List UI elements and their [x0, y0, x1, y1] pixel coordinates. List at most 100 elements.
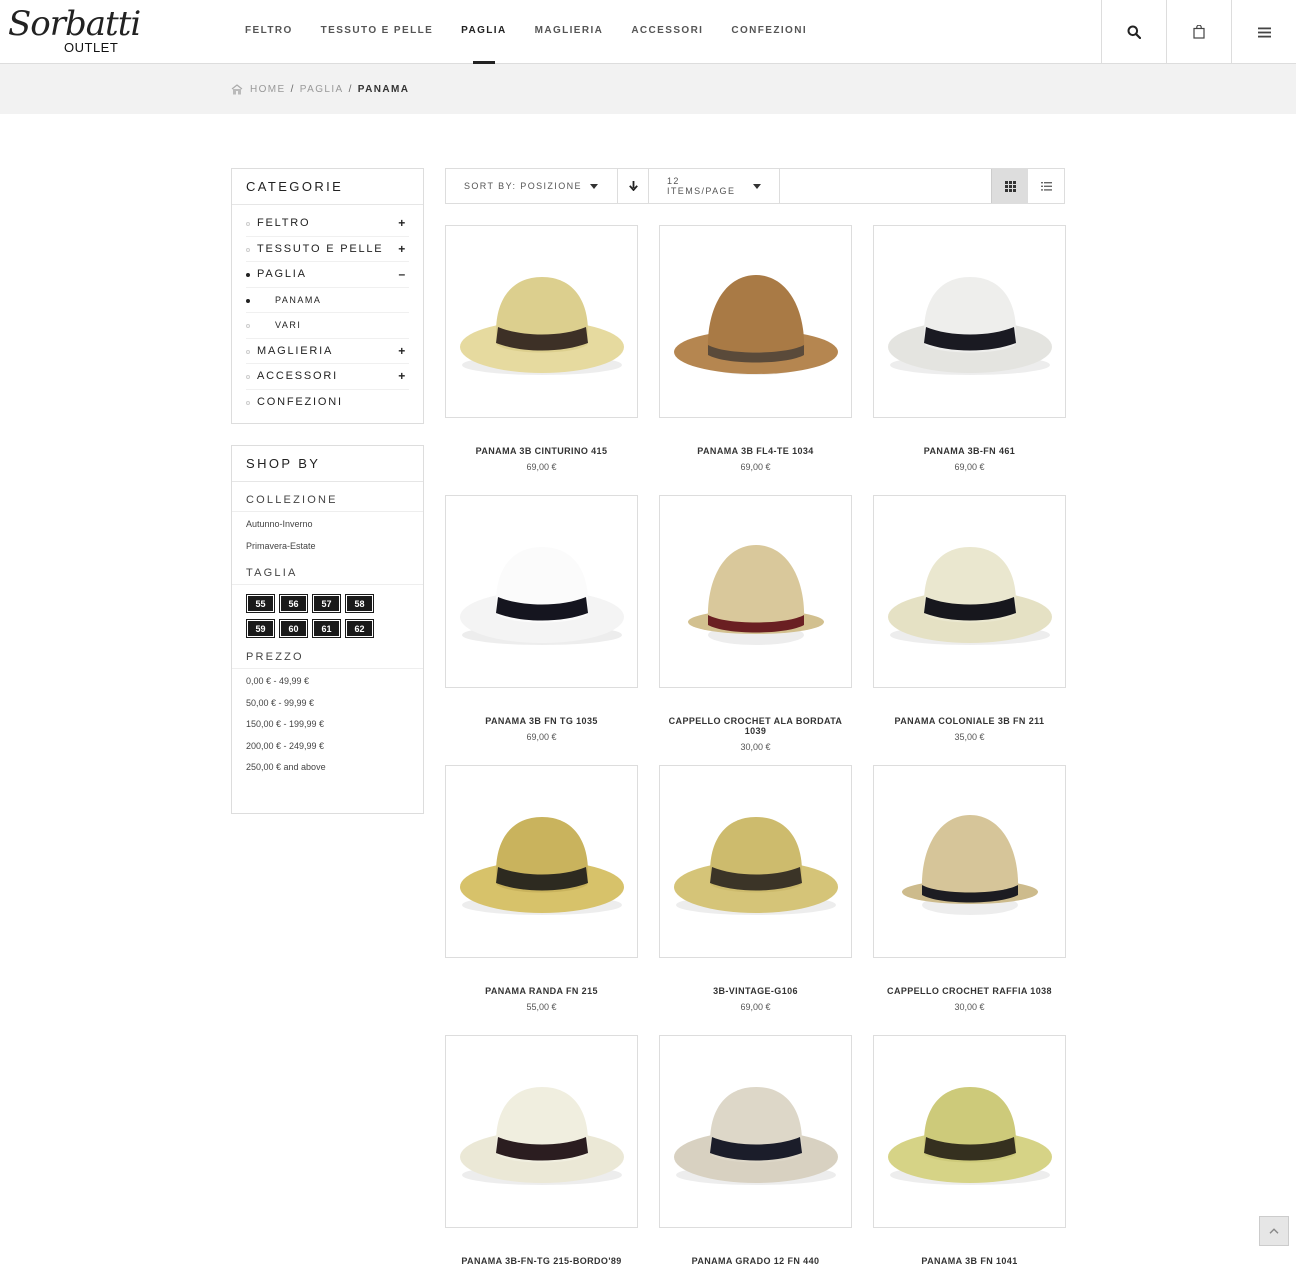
hat-icon — [887, 276, 1052, 375]
size-swatch[interactable]: 58 — [345, 594, 374, 613]
filter-collezione-option[interactable]: Autunno-Inverno — [232, 514, 423, 536]
nav-item-accessori[interactable]: ACCESSORI — [617, 0, 717, 64]
product-image[interactable] — [659, 765, 852, 958]
collapse-icon[interactable]: – — [399, 262, 407, 288]
category-item-panama[interactable]: PANAMA — [246, 288, 409, 313]
breadcrumb-paglia-link[interactable]: PAGLIA — [300, 84, 344, 95]
grid-view-button[interactable] — [991, 169, 1028, 203]
category-item-vari[interactable]: VARI — [246, 313, 409, 339]
size-swatch[interactable]: 59 — [246, 619, 275, 638]
product-image[interactable] — [873, 1035, 1066, 1228]
product-name[interactable]: PANAMA 3B FN TG 1035 — [445, 716, 638, 726]
product-image[interactable] — [445, 225, 638, 418]
product-image[interactable] — [445, 765, 638, 958]
brand-logo[interactable]: Sorbatti OUTLET — [8, 4, 141, 58]
filter-price-option[interactable]: 150,00 € - 199,99 € — [232, 714, 423, 736]
product-card[interactable]: CAPPELLO CROCHET RAFFIA 1038 30,00 € — [873, 765, 1066, 1012]
expand-icon[interactable]: + — [398, 211, 407, 237]
nav-item-tessuto-e-pelle[interactable]: TESSUTO E PELLE — [307, 0, 448, 64]
filter-price-option[interactable]: 50,00 € - 99,99 € — [232, 693, 423, 715]
product-name[interactable]: PANAMA 3B CINTURINO 415 — [445, 446, 638, 456]
product-card[interactable]: PANAMA 3B FL4-TE 1034 69,00 € — [659, 225, 852, 472]
product-image[interactable] — [873, 495, 1066, 688]
product-image[interactable] — [445, 1035, 638, 1228]
expand-icon[interactable]: + — [398, 339, 407, 365]
product-name[interactable]: PANAMA 3B FN 1041 — [873, 1256, 1066, 1266]
product-image[interactable] — [659, 225, 852, 418]
product-card[interactable]: PANAMA 3B-FN 461 69,00 € — [873, 225, 1066, 472]
product-name[interactable]: PANAMA RANDA FN 215 — [445, 986, 638, 996]
size-swatch[interactable]: 56 — [279, 594, 308, 613]
product-card[interactable]: PANAMA GRADO 12 FN 440 — [659, 1035, 852, 1272]
filter-collezione-option[interactable]: Primavera-Estate — [232, 536, 423, 558]
filter-price-option[interactable]: 250,00 € and above — [232, 757, 423, 779]
breadcrumb-home-link[interactable]: HOME — [250, 84, 286, 95]
collezione-options: Autunno-Inverno Primavera-Estate — [232, 512, 423, 557]
search-button[interactable] — [1101, 0, 1166, 64]
size-swatch[interactable]: 61 — [312, 619, 341, 638]
product-card[interactable]: 3B-VINTAGE-G106 69,00 € — [659, 765, 852, 1012]
nav-item-maglieria[interactable]: MAGLIERIA — [521, 0, 618, 64]
category-item-feltro[interactable]: FELTRO + — [246, 211, 409, 237]
category-item-accessori[interactable]: ACCESSORI + — [246, 364, 409, 390]
hat-icon — [687, 544, 824, 645]
hat-icon — [901, 814, 1038, 915]
sort-direction-button[interactable] — [618, 169, 649, 203]
filter-price-option[interactable]: 200,00 € - 249,99 € — [232, 736, 423, 758]
nav-item-paglia[interactable]: PAGLIA — [447, 0, 520, 64]
bullet-icon — [246, 298, 250, 303]
product-image[interactable] — [873, 765, 1066, 958]
product-card[interactable]: PANAMA RANDA FN 215 55,00 € — [445, 765, 638, 1012]
product-name[interactable]: PANAMA 3B-FN 461 — [873, 446, 1066, 456]
product-name[interactable]: PANAMA 3B-FN-TG 215-BORDO'89 — [445, 1256, 638, 1266]
category-label: FELTRO — [257, 217, 311, 229]
product-name[interactable]: PANAMA GRADO 12 FN 440 — [659, 1256, 852, 1266]
product-image[interactable] — [659, 495, 852, 688]
category-item-paglia[interactable]: PAGLIA – — [246, 262, 409, 288]
filter-price-option[interactable]: 0,00 € - 49,99 € — [232, 671, 423, 693]
shop-by-title: SHOP BY — [232, 446, 423, 482]
category-item-maglieria[interactable]: MAGLIERIA + — [246, 339, 409, 365]
hat-icon — [459, 816, 624, 915]
product-name[interactable]: 3B-VINTAGE-G106 — [659, 986, 852, 996]
back-to-top-button[interactable] — [1259, 1216, 1289, 1246]
cart-button[interactable] — [1166, 0, 1231, 64]
menu-button[interactable] — [1231, 0, 1296, 64]
product-card[interactable]: PANAMA 3B-FN-TG 215-BORDO'89 — [445, 1035, 638, 1272]
product-toolbar: SORT BY: POSIZIONE 12 ITEMS/PAGE — [445, 168, 1065, 204]
product-card[interactable]: PANAMA COLONIALE 3B FN 211 35,00 € — [873, 495, 1066, 742]
categories-panel: CATEGORIE FELTRO + TESSUTO E PELLE + PAGLI… — [231, 168, 424, 424]
site-header: Sorbatti OUTLET FELTRO TESSUTO E PELLE P… — [0, 0, 1296, 64]
items-per-page-select[interactable]: 12 ITEMS/PAGE — [649, 169, 780, 203]
list-view-button[interactable] — [1028, 169, 1065, 203]
product-name[interactable]: CAPPELLO CROCHET ALA BORDATA 1039 — [659, 716, 852, 736]
size-swatch[interactable]: 62 — [345, 619, 374, 638]
main-nav: FELTRO TESSUTO E PELLE PAGLIA MAGLIERIA … — [231, 0, 821, 64]
product-name[interactable]: PANAMA COLONIALE 3B FN 211 — [873, 716, 1066, 726]
nav-item-confezioni[interactable]: CONFEZIONI — [717, 0, 821, 64]
expand-icon[interactable]: + — [398, 364, 407, 390]
product-card[interactable]: PANAMA 3B FN TG 1035 69,00 € — [445, 495, 638, 742]
category-item-tessuto-e-pelle[interactable]: TESSUTO E PELLE + — [246, 237, 409, 263]
product-image[interactable] — [873, 225, 1066, 418]
product-name[interactable]: PANAMA 3B FL4-TE 1034 — [659, 446, 852, 456]
size-swatch[interactable]: 55 — [246, 594, 275, 613]
product-image[interactable] — [659, 1035, 852, 1228]
product-card[interactable]: PANAMA 3B CINTURINO 415 69,00 € — [445, 225, 638, 472]
product-image[interactable] — [445, 495, 638, 688]
product-card[interactable]: CAPPELLO CROCHET ALA BORDATA 1039 30,00 € — [659, 495, 852, 752]
filter-collezione-title: COLLEZIONE — [232, 482, 423, 512]
home-icon[interactable] — [231, 83, 243, 95]
expand-icon[interactable]: + — [398, 237, 407, 263]
product-card[interactable]: PANAMA 3B FN 1041 — [873, 1035, 1066, 1272]
product-name[interactable]: CAPPELLO CROCHET RAFFIA 1038 — [873, 986, 1066, 996]
size-swatch[interactable]: 60 — [279, 619, 308, 638]
product-price: 69,00 € — [954, 462, 985, 472]
size-swatches: 55 56 57 58 59 60 61 62 — [232, 585, 412, 645]
bullet-icon — [246, 349, 250, 354]
sort-by-select[interactable]: SORT BY: POSIZIONE — [446, 169, 618, 203]
brand-logo-script: Sorbatti — [8, 4, 141, 44]
size-swatch[interactable]: 57 — [312, 594, 341, 613]
category-item-confezioni[interactable]: CONFEZIONI — [246, 390, 409, 416]
nav-item-feltro[interactable]: FELTRO — [231, 0, 307, 64]
